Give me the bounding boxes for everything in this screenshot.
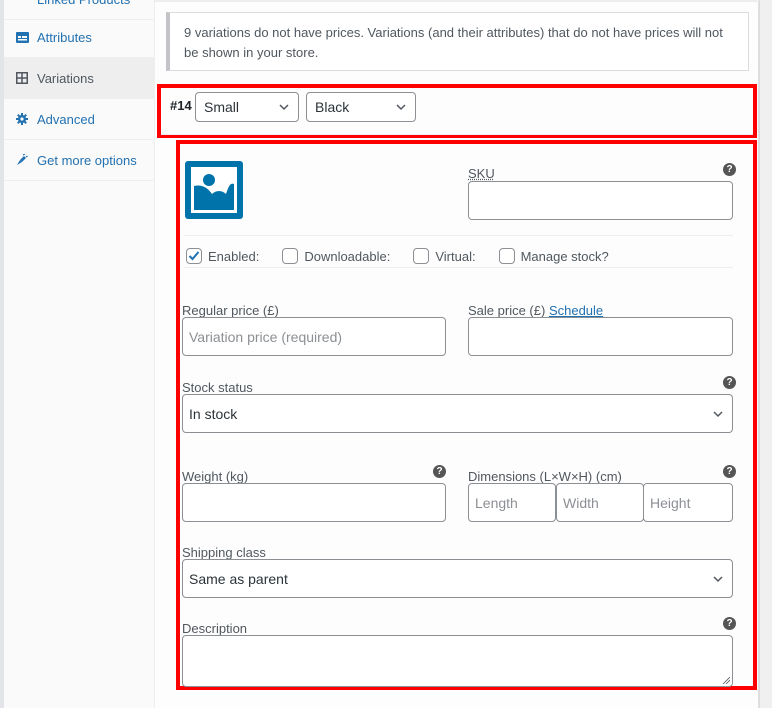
variation-details: SKU ? Enabled: Downloadable: Virtual: Ma… bbox=[176, 140, 757, 690]
divider bbox=[161, 134, 753, 135]
attributes-icon bbox=[15, 30, 29, 44]
size-attribute-value: Small bbox=[204, 99, 240, 115]
divider bbox=[184, 267, 733, 268]
grid-icon bbox=[15, 71, 29, 85]
weight-input[interactable] bbox=[182, 483, 446, 522]
description-label: Description bbox=[182, 621, 248, 636]
resize-handle-icon[interactable] bbox=[722, 676, 730, 684]
weight-label: Weight (kg) bbox=[182, 469, 249, 484]
downloadable-label: Downloadable: bbox=[304, 248, 391, 264]
sidebar-item-variations[interactable]: Variations bbox=[4, 58, 155, 99]
size-attribute-select[interactable]: Small bbox=[195, 92, 299, 122]
sidebar-item-attributes[interactable]: Attributes bbox=[4, 17, 155, 58]
notice-box: 9 variations do not have prices. Variati… bbox=[166, 12, 749, 71]
gear-icon bbox=[15, 112, 29, 126]
scrollbar-track[interactable] bbox=[759, 0, 772, 708]
help-icon[interactable]: ? bbox=[723, 376, 736, 389]
length-input[interactable]: Length bbox=[468, 483, 556, 522]
variation-image-button[interactable] bbox=[184, 160, 244, 220]
sidebar-item-advanced[interactable]: Advanced bbox=[4, 99, 155, 140]
regular-price-label: Regular price (£) bbox=[182, 303, 279, 318]
schedule-link[interactable]: Schedule bbox=[549, 303, 603, 318]
sidebar-item-label: Attributes bbox=[37, 29, 92, 45]
height-input[interactable]: Height bbox=[643, 483, 733, 522]
regular-price-placeholder: Variation price (required) bbox=[189, 328, 343, 345]
dimensions-label: Dimensions (L×W×H) (cm) bbox=[468, 469, 622, 484]
length-placeholder: Length bbox=[475, 494, 518, 511]
sidebar-item-label: Linked Products bbox=[37, 0, 130, 7]
width-placeholder: Width bbox=[563, 494, 599, 511]
regular-price-input[interactable]: Variation price (required) bbox=[182, 317, 446, 356]
width-input[interactable]: Width bbox=[556, 483, 644, 522]
enabled-checkbox[interactable]: Enabled: bbox=[186, 248, 259, 264]
help-icon[interactable]: ? bbox=[723, 163, 736, 176]
manage-stock-checkbox[interactable]: Manage stock? bbox=[498, 248, 609, 264]
sidebar-item-label: Variations bbox=[37, 70, 94, 86]
sale-price-input[interactable] bbox=[468, 317, 733, 356]
color-attribute-select[interactable]: Black bbox=[306, 92, 416, 122]
checkbox-unchecked[interactable] bbox=[282, 248, 299, 264]
sku-input[interactable] bbox=[468, 181, 733, 220]
checkbox-checked[interactable] bbox=[186, 248, 202, 264]
stock-status-label: Stock status bbox=[182, 380, 253, 395]
variation-number: #14 bbox=[170, 98, 192, 113]
image-placeholder-icon bbox=[185, 161, 243, 219]
description-textarea[interactable] bbox=[182, 635, 733, 687]
stock-status-value: In stock bbox=[189, 405, 238, 422]
plugin-icon bbox=[15, 153, 29, 167]
stock-status-select[interactable]: In stock bbox=[182, 394, 733, 433]
color-attribute-value: Black bbox=[315, 99, 350, 115]
sku-label: SKU bbox=[468, 166, 495, 181]
sale-price-label: Sale price (£) bbox=[468, 303, 546, 318]
checkmark-icon bbox=[188, 251, 200, 261]
sidebar-item-label: Advanced bbox=[37, 111, 95, 127]
checkbox-unchecked[interactable] bbox=[498, 248, 515, 264]
divider bbox=[184, 235, 733, 236]
notice-text: 9 variations do not have prices. Variati… bbox=[184, 25, 723, 60]
chevron-down-icon bbox=[713, 411, 723, 418]
sidebar-item-label: Get more options bbox=[37, 152, 137, 168]
sale-price-label-wrap: Sale price (£) Schedule bbox=[468, 303, 603, 318]
product-data-tabs: Linked Products Attributes Variations Ad… bbox=[0, 0, 155, 708]
enabled-label: Enabled: bbox=[208, 248, 260, 264]
height-placeholder: Height bbox=[650, 494, 691, 511]
manage-stock-label: Manage stock? bbox=[520, 248, 609, 264]
shipping-class-value: Same as parent bbox=[189, 570, 288, 587]
divider bbox=[155, 0, 759, 2]
shipping-class-label: Shipping class bbox=[182, 545, 266, 560]
sidebar-item-get-more-options[interactable]: Get more options bbox=[4, 140, 155, 181]
virtual-label: Virtual: bbox=[435, 248, 476, 264]
checkbox-unchecked[interactable] bbox=[413, 248, 430, 264]
chevron-down-icon bbox=[279, 104, 289, 111]
help-icon[interactable]: ? bbox=[723, 465, 736, 478]
chevron-down-icon bbox=[396, 104, 406, 111]
help-icon[interactable]: ? bbox=[433, 465, 446, 478]
variation-header[interactable]: #14 Small Black bbox=[157, 84, 757, 138]
shipping-class-select[interactable]: Same as parent bbox=[182, 559, 733, 598]
virtual-checkbox[interactable]: Virtual: bbox=[413, 248, 476, 264]
chevron-down-icon bbox=[713, 576, 723, 583]
downloadable-checkbox[interactable]: Downloadable: bbox=[282, 248, 390, 264]
help-icon[interactable]: ? bbox=[723, 617, 736, 630]
variation-options: Enabled: Downloadable: Virtual: Manage s… bbox=[186, 245, 632, 267]
